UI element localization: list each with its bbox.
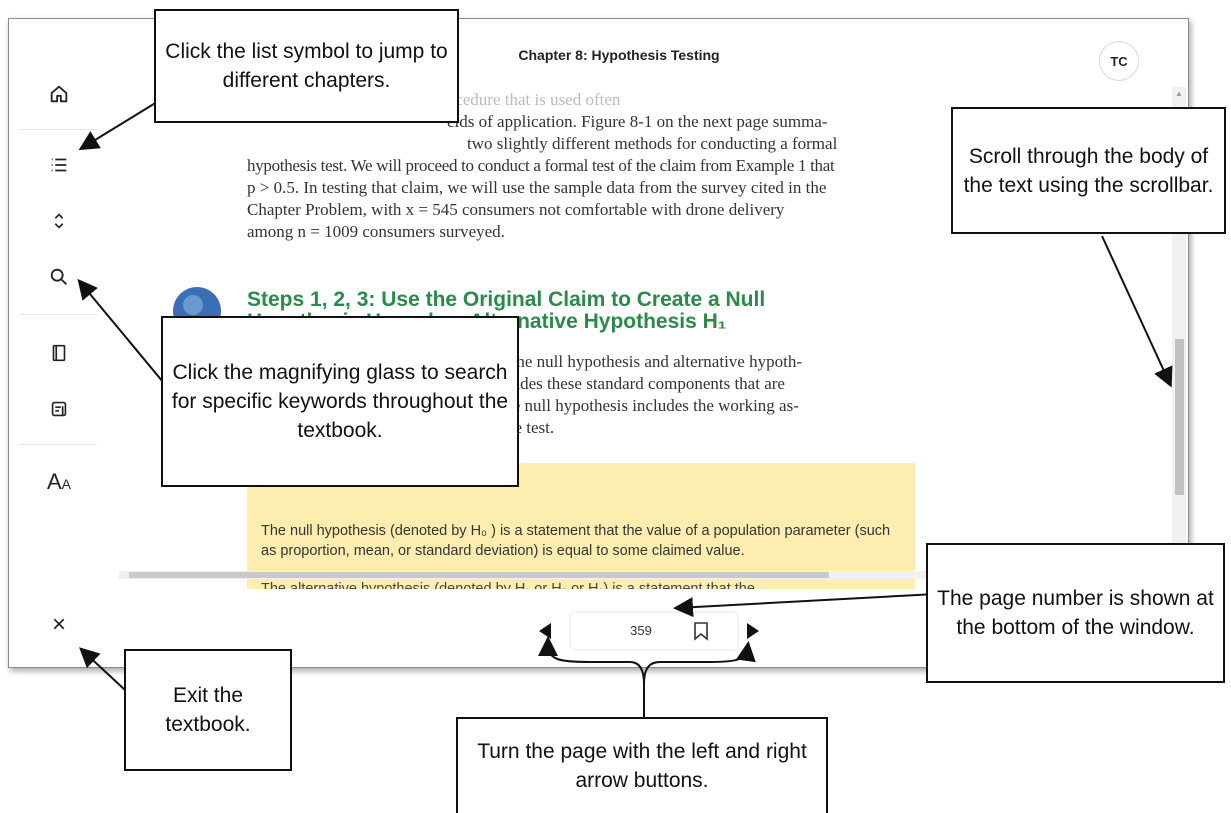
page-number[interactable]: 359 xyxy=(611,623,671,638)
text-line: two slightly different methods for condu… xyxy=(467,134,838,153)
text-line: est includes these standard components t… xyxy=(463,374,785,393)
text-line: Chapter Problem, with x = 545 consumers … xyxy=(247,200,785,219)
search-icon xyxy=(50,268,67,285)
close-icon: × xyxy=(51,611,66,638)
notebook-icon xyxy=(52,344,66,362)
table-of-contents-button[interactable] xyxy=(39,145,79,185)
sidebar: AA × xyxy=(11,32,108,655)
bookmark-icon[interactable] xyxy=(693,621,709,641)
callout-turn-page: Turn the page with the left and right ar… xyxy=(456,717,828,813)
callout-exit: Exit the textbook. xyxy=(124,649,292,771)
definition-text: The null hypothesis (denoted by H₀ ) is … xyxy=(261,523,891,559)
definition-text: The alternative hypothesis (denoted by H… xyxy=(261,581,755,589)
page-indicator: 359 xyxy=(571,613,737,649)
callout-scroll: Scroll through the body of the text usin… xyxy=(951,107,1226,234)
user-avatar[interactable]: TC xyxy=(1099,41,1139,81)
expand-collapse-button[interactable] xyxy=(39,201,79,241)
scrollbar-thumb[interactable] xyxy=(1175,339,1184,495)
search-button[interactable] xyxy=(39,257,79,297)
callout-list: Click the list symbol to jump to differe… xyxy=(154,9,459,123)
next-page-button[interactable] xyxy=(747,623,759,639)
sidebar-divider xyxy=(19,129,97,130)
text-line: cting the test. xyxy=(463,418,555,437)
sidebar-divider xyxy=(19,314,97,315)
callout-page-number: The page number is shown at the bottom o… xyxy=(926,543,1225,683)
home-button[interactable] xyxy=(39,74,79,114)
sidebar-divider xyxy=(19,444,97,445)
scrollbar-thumb[interactable] xyxy=(129,572,829,578)
flashcards-button[interactable] xyxy=(39,389,79,429)
flashcards-icon xyxy=(51,401,67,417)
font-size-icon: AA xyxy=(46,469,72,494)
font-size-button[interactable]: AA xyxy=(39,462,79,502)
text-line: lentify the null hypothesis and alternat… xyxy=(463,352,802,371)
chapter-title: Chapter 8: Hypothesis Testing xyxy=(518,47,720,63)
text-line: among n = 1009 consumers surveyed. xyxy=(247,222,505,241)
text-line: nes. The null hypothesis includes the wo… xyxy=(463,396,799,415)
list-icon xyxy=(51,158,67,172)
text-line: hypothesis test. We will proceed to cond… xyxy=(247,156,835,175)
notebook-button[interactable] xyxy=(39,333,79,373)
scroll-up-icon[interactable]: ▲ xyxy=(1175,89,1183,98)
text-line: p > 0.5. In testing that claim, we will … xyxy=(247,178,827,197)
callout-search: Click the magnifying glass to search for… xyxy=(161,316,519,487)
expand-collapse-icon xyxy=(54,213,64,229)
home-icon xyxy=(50,85,68,103)
close-button[interactable]: × xyxy=(39,605,79,645)
text-line: elds of application. Figure 8-1 on the n… xyxy=(447,112,828,131)
previous-page-button[interactable] xyxy=(539,623,551,639)
heading-line: Steps 1, 2, 3: Use the Original Claim to… xyxy=(247,288,766,311)
